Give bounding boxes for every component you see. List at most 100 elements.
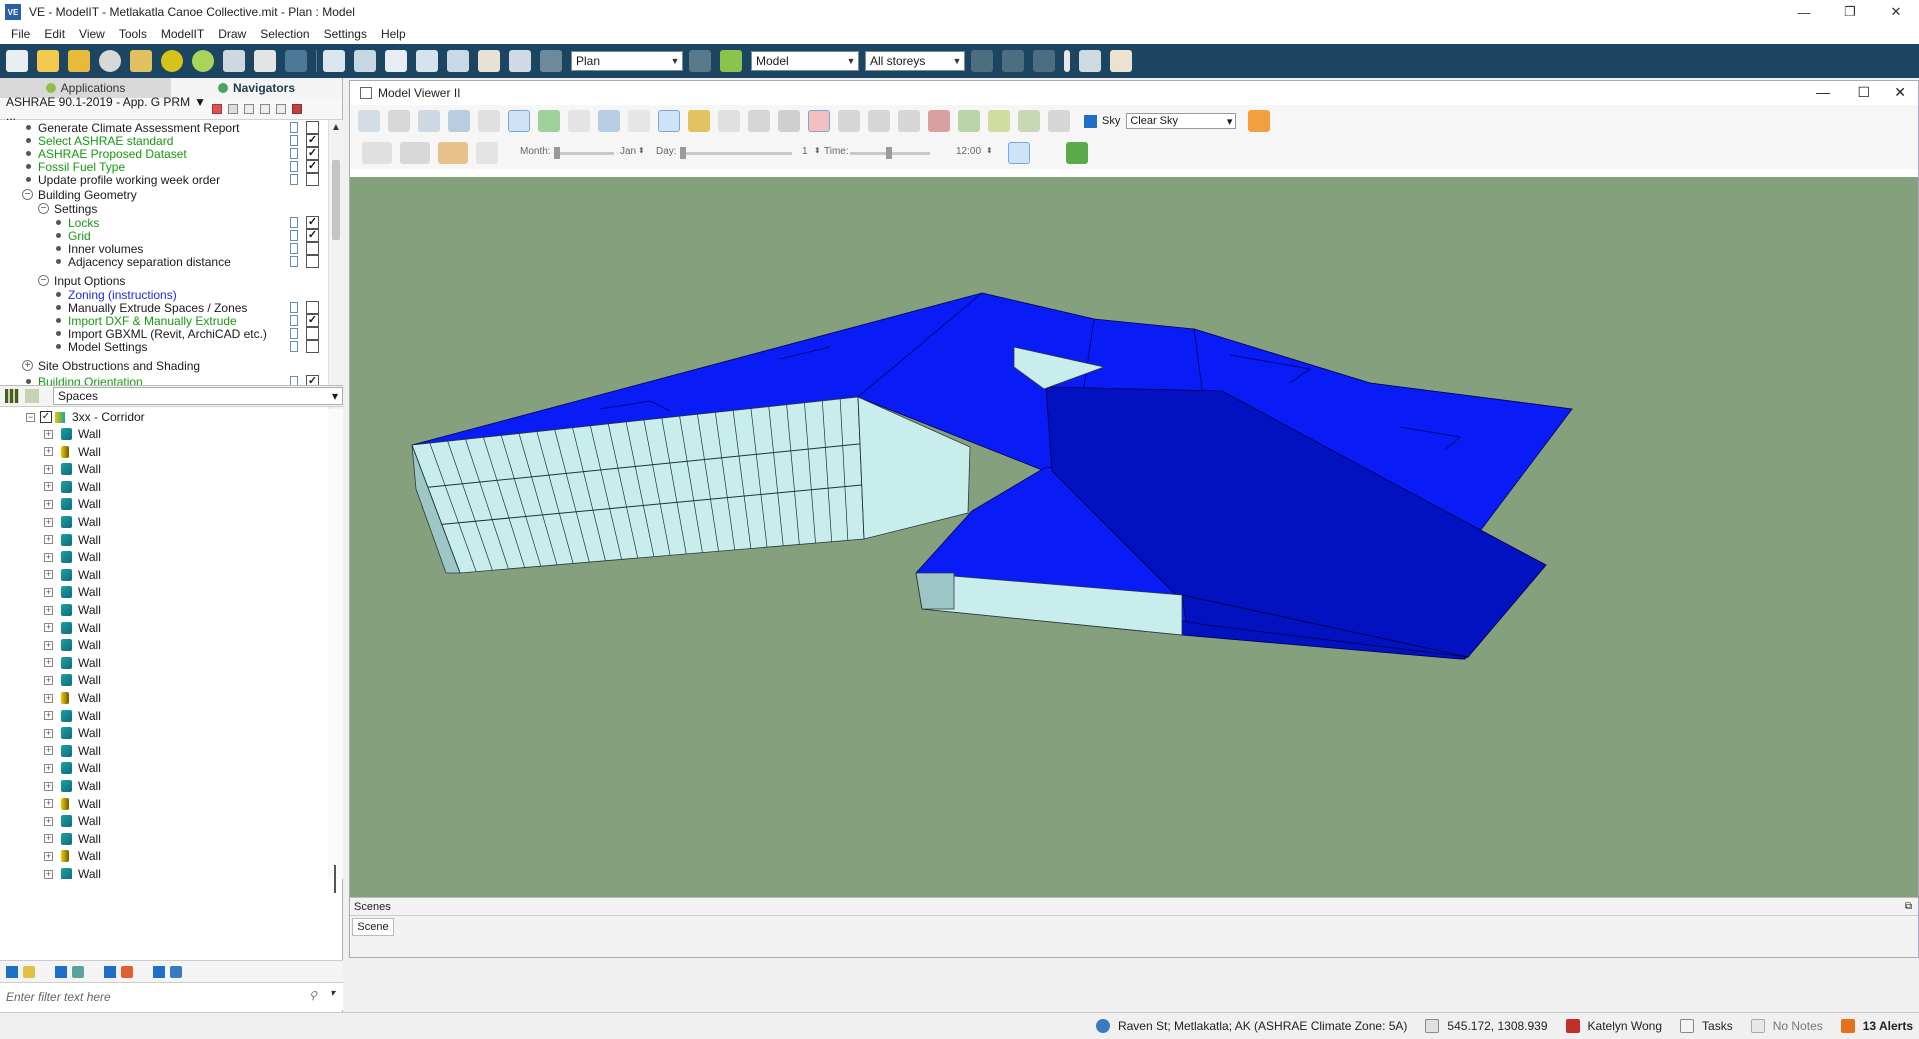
tree-root-row[interactable]: − ✓ 3xx - Corridor (0, 410, 328, 424)
calendar-icon[interactable] (476, 142, 498, 164)
redo-view-icon[interactable] (540, 50, 562, 72)
measure-icon[interactable] (868, 110, 890, 132)
legend-checkbox[interactable] (55, 965, 67, 978)
tree-item-label[interactable]: Wall (78, 832, 101, 846)
expand-icon[interactable]: + (44, 535, 53, 545)
collapse-icon[interactable]: − (26, 412, 35, 422)
material-icon[interactable] (688, 110, 710, 132)
stop-icon[interactable] (212, 103, 222, 114)
zoom-previous-icon[interactable] (447, 50, 469, 72)
layers-icon[interactable] (285, 50, 307, 72)
tree-item-wall[interactable]: + Wall (0, 797, 328, 811)
expand-icon[interactable]: + (44, 482, 53, 492)
expand-icon[interactable]: + (44, 799, 53, 809)
tree-item-label[interactable]: Wall (78, 480, 101, 494)
export-icon[interactable] (130, 50, 152, 72)
tree-item-wall[interactable]: + Wall (0, 761, 328, 775)
tree-item-wall[interactable]: + Wall (0, 462, 328, 476)
expand-icon[interactable]: + (44, 869, 53, 879)
tree-item-label[interactable]: Wall (78, 779, 101, 793)
tree-item-wall[interactable]: + Wall (0, 691, 328, 705)
legend-checkbox[interactable] (104, 965, 116, 978)
tree-item-label[interactable]: Wall (78, 849, 101, 863)
storey-select[interactable]: All storeys ▼ (865, 51, 965, 71)
tree-item-wall[interactable]: + Wall (0, 427, 328, 441)
workflow-item-label[interactable]: Input Options (54, 274, 125, 288)
expand-icon[interactable]: + (44, 658, 53, 668)
tree-item-wall[interactable]: + Wall (0, 656, 328, 670)
tree-item-label[interactable]: Wall (78, 638, 101, 652)
close-button[interactable]: ✕ (1873, 0, 1919, 24)
tree-item-wall[interactable]: + Wall (0, 445, 328, 459)
view-select[interactable]: Plan ▼ (571, 51, 683, 71)
building-model[interactable] (350, 169, 1918, 897)
expand-icon[interactable]: + (44, 781, 53, 791)
step-checkbox[interactable] (306, 340, 319, 353)
menu-help[interactable]: Help (374, 27, 413, 41)
document-icon[interactable] (290, 217, 298, 228)
section-icon[interactable] (898, 110, 920, 132)
expand-icon[interactable]: + (44, 552, 53, 562)
document-icon[interactable] (290, 243, 298, 254)
expand-icon[interactable]: + (44, 728, 53, 738)
tools-icon[interactable] (838, 110, 860, 132)
menu-view[interactable]: View (72, 27, 112, 41)
copy-icon[interactable] (244, 103, 254, 114)
tree-item-label[interactable]: Wall (78, 744, 101, 758)
open-folder-icon[interactable] (37, 50, 59, 72)
month-slider[interactable] (554, 152, 614, 155)
expand-icon[interactable]: + (44, 640, 53, 650)
workflow-item[interactable]: Model Settings (0, 339, 328, 355)
menu-modelit[interactable]: ModelIT (154, 27, 211, 41)
document-icon[interactable] (290, 135, 298, 146)
compass-icon[interactable] (161, 50, 183, 72)
menu-file[interactable]: File (4, 27, 37, 41)
tree-item-label[interactable]: Wall (78, 585, 101, 599)
expand-icon[interactable]: + (44, 447, 53, 457)
tree-item-wall[interactable]: + Wall (0, 515, 328, 529)
rotate-icon[interactable] (509, 50, 531, 72)
tree-item-label[interactable]: Wall (78, 550, 101, 564)
viewer-minimize-button[interactable]: — (1816, 84, 1830, 100)
funnel-icon[interactable]: ⚲ (309, 989, 317, 1002)
status-tasks[interactable]: Tasks (1680, 1019, 1733, 1033)
document-icon[interactable] (290, 161, 298, 172)
step-checkbox[interactable] (306, 173, 319, 186)
spaces-select[interactable]: Spaces ▾ (53, 387, 343, 405)
outline-icon[interactable] (628, 110, 650, 132)
tree-item-wall[interactable]: + Wall (0, 621, 328, 635)
collapse-icon[interactable]: − (38, 203, 49, 214)
tree-item-label[interactable]: Wall (78, 427, 101, 441)
zoom-out-icon[interactable] (354, 50, 376, 72)
document-icon[interactable] (290, 148, 298, 159)
shaded-icon[interactable] (598, 110, 620, 132)
tree-item-label[interactable]: Wall (78, 497, 101, 511)
expand-icon[interactable]: + (44, 746, 53, 756)
wireframe-icon[interactable] (508, 110, 530, 132)
tree-item-label[interactable]: Wall (78, 761, 101, 775)
expand-icon[interactable]: + (44, 816, 53, 826)
expand-icon[interactable]: + (44, 570, 53, 580)
tree-item-label[interactable]: Wall (78, 656, 101, 670)
pan-hand-icon[interactable] (478, 50, 500, 72)
sky-checkbox[interactable] (1084, 114, 1097, 128)
navigate-icon[interactable] (689, 50, 711, 72)
scene-tab[interactable]: Scene (352, 918, 394, 936)
tree-item-label[interactable]: Wall (78, 445, 101, 459)
tree-item-label[interactable]: Wall (78, 797, 101, 811)
zoom-window-icon[interactable] (385, 50, 407, 72)
settings-gear-icon[interactable] (1110, 50, 1132, 72)
scrollbar-thumb[interactable] (332, 160, 340, 240)
status-alerts[interactable]: 13 Alerts (1840, 1019, 1913, 1033)
hidden-line-icon[interactable] (568, 110, 590, 132)
chevron-down-icon[interactable]: ▾ (330, 988, 335, 999)
table-icon[interactable] (254, 50, 276, 72)
expand-icon[interactable]: + (44, 499, 53, 509)
3d-viewport[interactable] (350, 169, 1918, 897)
snapshot-icon[interactable] (778, 110, 800, 132)
select-icon[interactable] (478, 110, 500, 132)
status-notes[interactable]: No Notes (1750, 1019, 1823, 1033)
status-location[interactable]: Raven St; Metlakatla; AK (ASHRAE Climate… (1095, 1019, 1407, 1033)
day-spinner-icon[interactable]: ⬍ (814, 146, 821, 155)
scroll-up-icon[interactable]: ▲ (331, 122, 341, 133)
